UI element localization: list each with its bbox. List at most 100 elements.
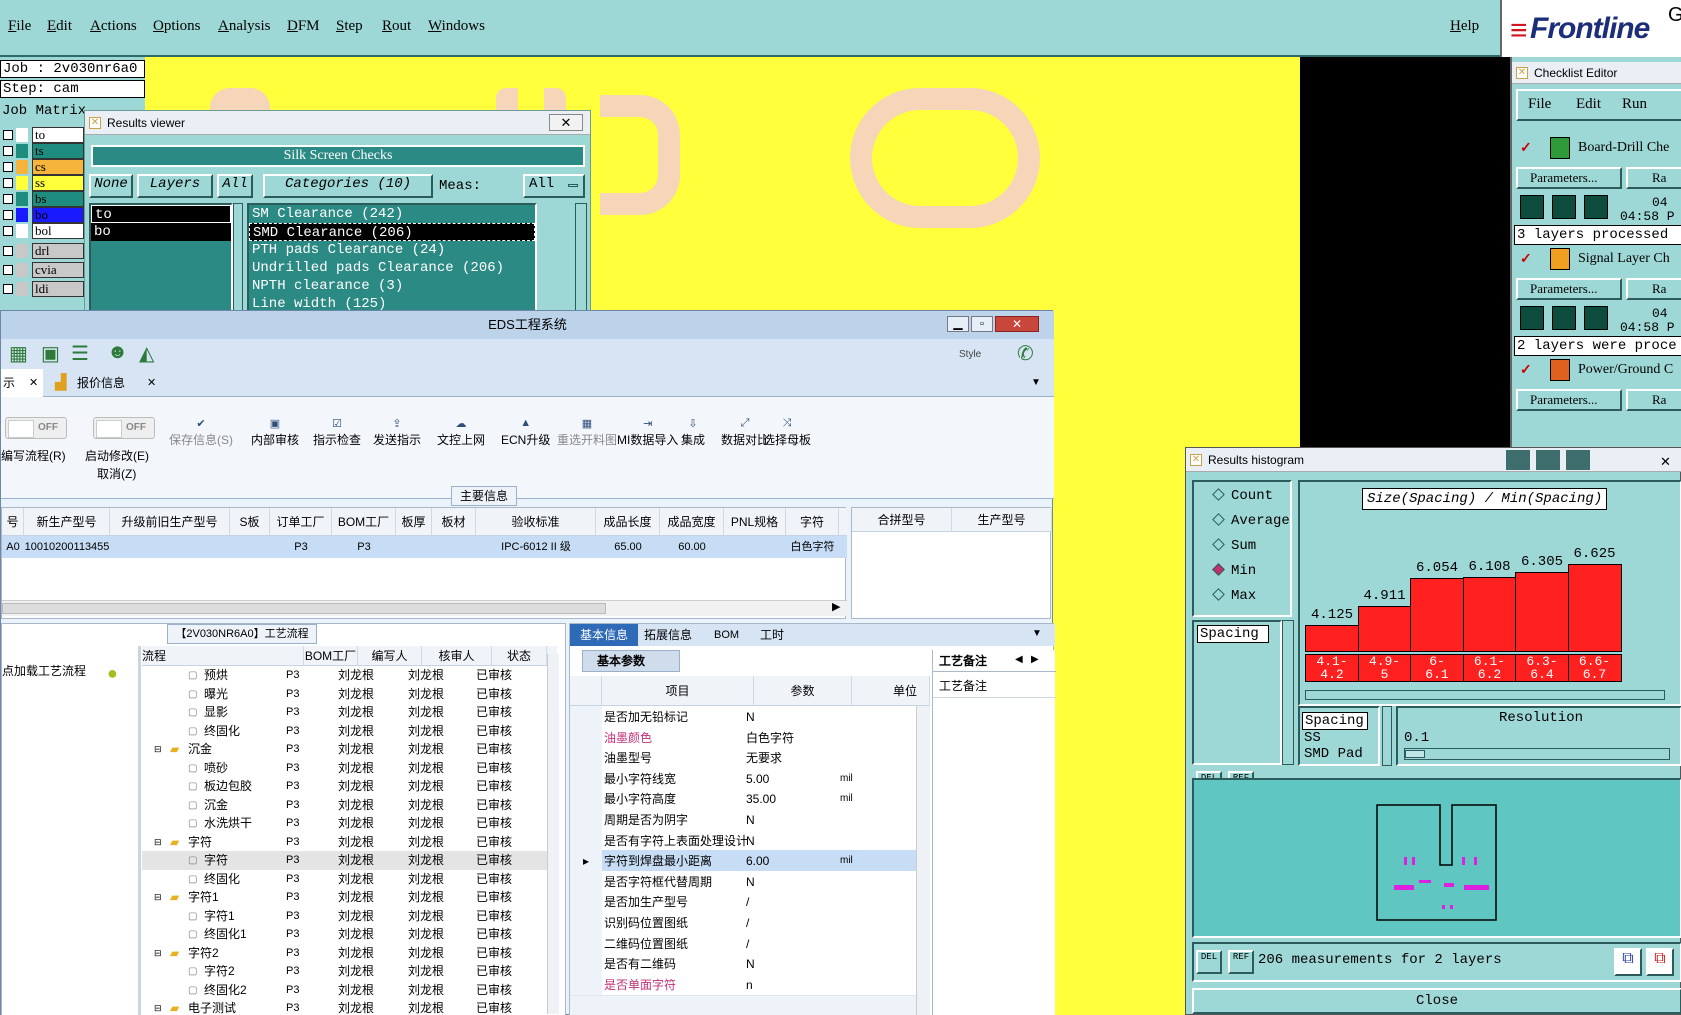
grid-cell[interactable]: P3 [270,536,332,558]
param-row[interactable]: 是否加生产型号 / [570,891,916,914]
ribbon-button[interactable]: ⇪ 发送指示 [373,417,421,448]
param-value[interactable]: N [746,830,844,852]
ribbon-button[interactable]: ☁ 文控上网 [437,417,485,448]
phone-icon[interactable]: ✆ [1017,341,1034,366]
ribbon-button[interactable]: ⤨ 选择母板 [763,417,811,448]
parameters-button[interactable]: Parameters... [1516,167,1622,189]
grid-cell[interactable]: 65.00 [596,536,660,558]
minimize-icon[interactable]: ▁ [947,316,969,332]
param-value[interactable]: 无要求 [746,747,844,769]
del-button[interactable]: DEL [1196,950,1222,974]
bin-label[interactable]: 6.6- 6.7 [1567,654,1622,682]
measure-list-scrollbar[interactable] [1282,620,1294,765]
toolbar-icon[interactable]: ▣ [41,341,60,366]
tree-row[interactable]: ▢ 终固化 P3 刘龙根 刘龙根 已审核 [142,870,547,889]
ribbon-button[interactable]: ⇥ MI数据导入 [617,417,678,448]
ribbon-button[interactable]: ✔ 保存信息(S) [169,417,233,448]
tab-display[interactable]: 示 ✕ [1,369,43,397]
close-icon[interactable]: ✕ [29,369,38,397]
layer-row[interactable]: bo [0,207,84,223]
run-icon[interactable] [1520,195,1544,219]
col-item[interactable]: 项目 [602,676,754,706]
checklist-entry-name[interactable]: Signal Layer Ch [1578,251,1670,267]
param-value[interactable]: 6.00 [746,850,844,872]
ribbon-button[interactable]: ☑ 指示检查 [313,417,361,448]
close-icon[interactable]: ✕ [995,316,1039,332]
tree-row[interactable]: ▢ 终固化1 P3 刘龙根 刘龙根 已审核 [142,925,547,944]
start-modify-toggle[interactable]: OFF [93,417,155,439]
meas-select[interactable]: All [523,174,585,198]
param-value[interactable]: 白色字符 [746,727,844,749]
param-row[interactable]: 周期是否为阴字 N [570,809,916,831]
run-icon[interactable] [1584,195,1608,219]
tab-basic-info[interactable]: 基本信息 [570,624,638,646]
toolbar-icon[interactable] [1566,450,1590,470]
layer-checkbox[interactable] [3,178,13,188]
ribbon-button[interactable]: ⤢ 数据对比 [721,417,769,448]
mode-max-radio[interactable]: Max [1212,588,1256,604]
bin-label[interactable]: 6- 6.1 [1410,654,1464,682]
grid-col-header[interactable]: PNL规格 [724,508,786,536]
collapse-icon[interactable]: ⊟ [154,740,162,759]
grid-col-header[interactable]: 验收标准 [476,508,596,536]
layer-checkbox[interactable] [3,194,13,204]
ribbon-button[interactable]: ▣ 内部审核 [251,417,299,448]
tree-row[interactable]: ⊟ ▰ 字符2 P3 刘龙根 刘龙根 已审核 [142,944,547,963]
grid-cell[interactable] [396,536,432,558]
menu-file[interactable]: File [8,18,31,35]
checklist-entry-name[interactable]: Power/Ground C [1578,362,1673,378]
grid-col-header[interactable]: 合拼型号 [852,508,952,532]
basic-params-tab[interactable]: 基本参数 [582,650,680,672]
layer-row[interactable]: ss [0,175,84,191]
param-value[interactable]: / [746,933,844,955]
category-item[interactable]: Undrilled pads Clearance (206) [249,259,535,277]
chart-hscrollbar[interactable] [1305,690,1665,700]
bin-label[interactable]: 6.3- 6.4 [1515,654,1569,682]
category-item[interactable]: PTH pads Clearance (24) [249,241,535,259]
grid-col-header[interactable]: 字符 [786,508,839,536]
grid-col-header[interactable]: 板材 [432,508,476,536]
tree-row[interactable]: ▢ 字符1 P3 刘龙根 刘龙根 已审核 [142,907,547,926]
write-process-toggle[interactable]: OFF [5,417,67,439]
param-row[interactable]: 油墨颜色 白色字符 [570,726,916,749]
start-modify-label[interactable]: 启动修改(E) [85,447,149,464]
tree-row[interactable]: ⊟ ▰ 沉金 P3 刘龙根 刘龙根 已审核 [142,740,547,759]
grid-col-header[interactable]: 号 [2,508,24,536]
tree-row[interactable]: ▢ 字符 P3 刘龙根 刘龙根 已审核 [142,851,547,870]
bin-label[interactable]: 4.1- 4.2 [1305,654,1359,682]
toolbar-icon[interactable]: ☰ [71,341,89,366]
tree-col-header[interactable]: 流程 [142,646,304,666]
ribbon-button[interactable]: ▦ 重选开料图 [557,417,617,448]
param-row[interactable]: 是否有字符上表面处理设计 N [570,829,916,852]
histogram-bar[interactable] [1462,577,1517,652]
cancel-label[interactable]: 取消(Z) [97,465,136,482]
parameters-button[interactable]: Parameters... [1516,389,1622,411]
slider-thumb[interactable] [1405,750,1425,758]
close-button[interactable]: Close [1192,988,1681,1014]
tree-row[interactable]: ▢ 显影 P3 刘龙根 刘龙根 已审核 [142,703,547,722]
category-item-selected[interactable]: SMD Clearance (206) [249,223,535,241]
menu-options[interactable]: Options [153,18,201,35]
tree-row[interactable]: ▢ 终固化2 P3 刘龙根 刘龙根 已审核 [142,981,547,1000]
toolbar-icon[interactable]: ▦ [9,341,28,366]
grid-cell[interactable]: 10010200113455 [24,536,110,558]
grid-cell[interactable]: 60.00 [660,536,724,558]
tree-row[interactable]: ▢ 终固化 P3 刘龙根 刘龙根 已审核 [142,722,547,741]
grid-cell[interactable] [110,536,230,558]
tree-row[interactable]: ▢ 沉金 P3 刘龙根 刘龙根 已审核 [142,796,547,815]
menu-file[interactable]: File [1528,96,1551,113]
params-vscrollbar[interactable] [916,706,930,1015]
layer-checkbox[interactable] [3,162,13,172]
collapse-icon[interactable]: ⊟ [154,888,162,907]
layer-row[interactable]: bol [0,223,84,239]
mode-count-radio[interactable]: Count [1212,488,1273,504]
param-value[interactable]: N [746,871,844,893]
param-value[interactable]: 35.00 [746,788,844,810]
tab-quote-info[interactable]: ▟ 报价信息 ✕ [51,369,161,397]
grid-hscrollbar[interactable]: ▶ [2,600,847,616]
tab-extended-info[interactable]: 拓展信息 [644,624,692,646]
filter-scrollbar[interactable] [1382,706,1392,766]
write-process-label[interactable]: 编写流程(R) [1,447,66,464]
param-value[interactable]: N [746,809,844,831]
toolbar-icon[interactable] [1506,450,1530,470]
